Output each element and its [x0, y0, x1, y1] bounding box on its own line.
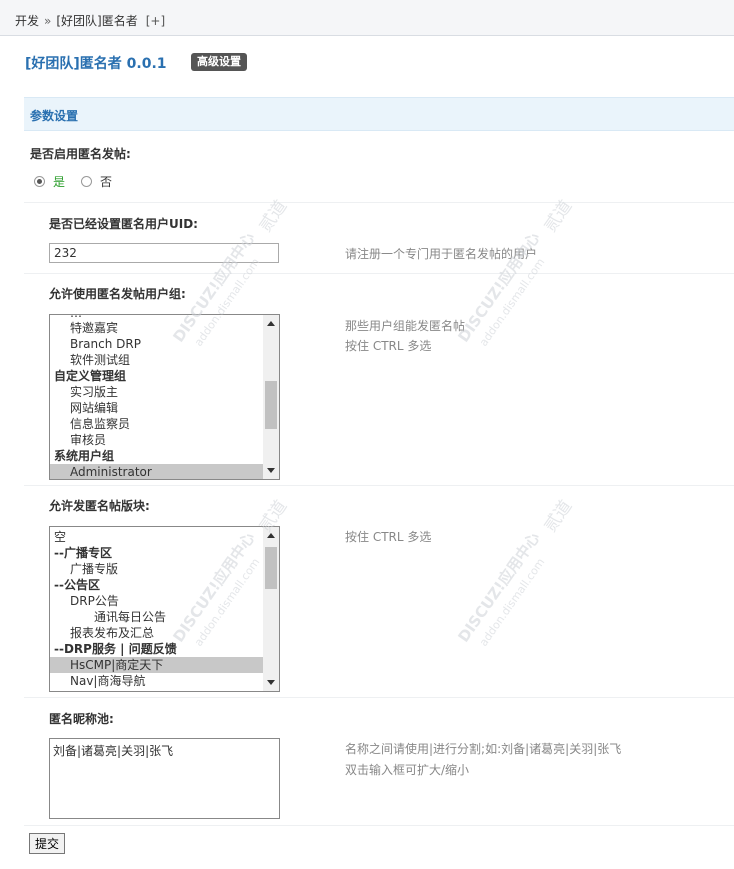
- list-item[interactable]: 报表发布及汇总: [50, 625, 279, 641]
- list-item[interactable]: Nav|商海导航: [50, 673, 279, 689]
- list-item-selected[interactable]: Administrator: [50, 464, 279, 479]
- uid-input[interactable]: [49, 243, 279, 263]
- allowed-forums-select[interactable]: 空 --广播专区 广播专版 --公告区 DRP公告 通讯每日公告 报表发布及汇总…: [49, 526, 280, 692]
- breadcrumb-current: [好团队]匿名者: [56, 14, 138, 28]
- scrollbar[interactable]: [263, 315, 279, 479]
- section-title: 参数设置: [30, 109, 79, 123]
- radio-no-indicator[interactable]: [81, 176, 92, 187]
- divider: [24, 825, 734, 826]
- list-item[interactable]: 网站编辑: [50, 400, 279, 416]
- scroll-up-icon[interactable]: [267, 321, 275, 326]
- list-group: 系统用户组: [54, 449, 115, 463]
- nickname-tip-1: 名称之间请使用|进行分割;如:刘备|诸葛亮|关羽|张飞: [345, 742, 622, 756]
- list-item[interactable]: 信息监察员: [50, 416, 279, 432]
- scroll-down-icon[interactable]: [267, 680, 275, 685]
- watermark-logo: DISCUZ!应用中心 addon.dismall.com 贰道: [454, 497, 576, 649]
- submit-button[interactable]: 提交: [29, 833, 66, 854]
- breadcrumb-bar: 开发 » [好团队]匿名者 [+]: [0, 0, 734, 36]
- nickname-tip-2: 双击输入框可扩大/缩小: [345, 763, 470, 777]
- list-item[interactable]: 实习版主: [50, 384, 279, 400]
- radio-no[interactable]: 否: [81, 173, 112, 190]
- watermark-mark: 贰道: [540, 497, 576, 536]
- enable-anonymous-label: 是否启用匿名发帖:: [30, 147, 131, 161]
- groups-tip-1: 那些用户组能发匿名帖: [345, 319, 466, 333]
- groups-tip-2: 按住 CTRL 多选: [345, 339, 432, 353]
- section-header: 参数设置: [24, 97, 734, 131]
- list-item[interactable]: 通讯每日公告: [50, 609, 279, 625]
- radio-yes-indicator[interactable]: [34, 176, 45, 187]
- scroll-up-icon[interactable]: [267, 533, 275, 538]
- scrollbar-thumb[interactable]: [265, 547, 277, 589]
- divider: [24, 485, 734, 486]
- divider: [24, 697, 734, 698]
- divider: [24, 202, 734, 203]
- watermark-site: addon.dismall.com: [477, 556, 547, 649]
- watermark-brand: DISCUZ!应用中心: [454, 529, 543, 646]
- allowed-groups-select[interactable]: … 特邀嘉宾 Branch DRP 软件测试组 自定义管理组 实习版主 网站编辑…: [49, 314, 280, 480]
- radio-yes-label[interactable]: 是: [53, 173, 65, 190]
- uid-label: 是否已经设置匿名用户UID:: [49, 217, 198, 231]
- list-item[interactable]: 特邀嘉宾: [50, 320, 279, 336]
- list-item[interactable]: Branch DRP: [50, 336, 279, 352]
- list-group: --DRP服务 | 问题反馈: [54, 642, 177, 656]
- forums-tip: 按住 CTRL 多选: [345, 530, 432, 544]
- list-group: 自定义管理组: [54, 369, 127, 383]
- radio-no-label[interactable]: 否: [100, 173, 112, 190]
- nickname-pool-label: 匿名昵称池:: [49, 712, 114, 726]
- uid-tip: 请注册一个专门用于匿名发帖的用户: [345, 247, 538, 261]
- list-group: --公告区: [54, 578, 100, 592]
- list-item-selected[interactable]: HsCMP|商定天下: [50, 657, 279, 673]
- nickname-pool-textarea[interactable]: 刘备|诸葛亮|关羽|张飞: [49, 738, 280, 819]
- scroll-down-icon[interactable]: [267, 468, 275, 473]
- list-item[interactable]: 软件测试组: [50, 352, 279, 368]
- breadcrumb-separator: »: [44, 14, 52, 28]
- add-shortcut-button[interactable]: [+]: [146, 14, 165, 28]
- list-item[interactable]: 审核员: [50, 432, 279, 448]
- breadcrumb: 开发 » [好团队]匿名者 [+]: [15, 12, 165, 29]
- scrollbar[interactable]: [263, 527, 279, 691]
- watermark-site: addon.dismall.com: [477, 256, 547, 349]
- page-title: [好团队]匿名者 0.0.1: [25, 56, 167, 72]
- divider: [24, 273, 734, 274]
- watermark-logo: DISCUZ!应用中心 addon.dismall.com 贰道: [454, 197, 576, 349]
- scrollbar-thumb[interactable]: [265, 381, 277, 429]
- list-group: --广播专区: [54, 546, 112, 560]
- allowed-groups-label: 允许使用匿名发帖用户组:: [49, 287, 186, 301]
- breadcrumb-root[interactable]: 开发: [15, 14, 39, 28]
- radio-yes[interactable]: 是: [34, 173, 65, 190]
- advanced-settings-button[interactable]: 高级设置: [191, 53, 247, 71]
- allowed-forums-label: 允许发匿名帖版块:: [49, 499, 150, 513]
- list-item[interactable]: DRP公告: [50, 593, 279, 609]
- list-item[interactable]: 空: [50, 529, 266, 545]
- list-item[interactable]: 广播专版: [50, 561, 279, 577]
